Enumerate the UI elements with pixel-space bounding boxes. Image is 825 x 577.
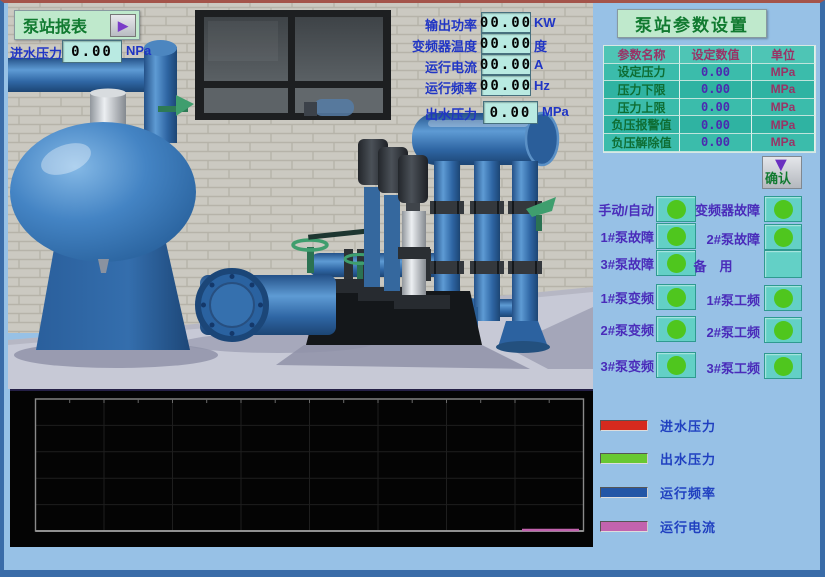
legend-swatch-inlet-pressure: [600, 420, 648, 431]
legend-label-inlet-pressure: 进水压力: [660, 416, 716, 435]
param-setvalue[interactable]: 0.00: [680, 116, 752, 134]
inlet-pressure-unit: NPa: [126, 43, 151, 58]
confirm-button-label: 确认: [765, 168, 791, 187]
indicator-label-pump3-mains: 3#泵工频: [666, 358, 760, 377]
inlet-pressure-label: 进水压力: [10, 43, 62, 62]
led-inverter-fault: [764, 196, 802, 222]
led-dot: [774, 228, 793, 247]
param-name: 压力下限: [604, 81, 680, 99]
led-dot: [774, 289, 793, 308]
led-pump1-mains: [764, 285, 802, 311]
param-name: 设定压力: [604, 64, 680, 82]
report-play-icon[interactable]: ▶: [110, 14, 136, 37]
param-setvalue[interactable]: 0.00: [680, 64, 752, 82]
legend-label-outlet-pressure: 出水压力: [660, 449, 716, 468]
param-name: 负压解除值: [604, 134, 680, 152]
indicator-label-spare: 备 用: [666, 256, 760, 275]
param-setvalue[interactable]: 0.00: [680, 134, 752, 152]
led-dot: [774, 357, 793, 376]
legend-swatch-outlet-pressure: [600, 453, 648, 464]
trend-chart: [10, 391, 593, 545]
inlet-pressure-value: 0.00: [62, 40, 122, 63]
param-setvalue[interactable]: 0.00: [680, 81, 752, 99]
legend-swatch-run-current: [600, 521, 648, 532]
indicator-label-pump1-mains: 1#泵工频: [666, 290, 760, 309]
outlet-pressure-label: 出水压力: [387, 104, 477, 123]
report-button-label: 泵站报表: [23, 13, 87, 37]
indicator-label-inverter-fault: 变频器故障: [666, 200, 760, 219]
param-name: 压力上限: [604, 99, 680, 117]
param-setvalue[interactable]: 0.00: [680, 99, 752, 117]
params-table: 参数名称 设定数值 单位 设定压力 0.00 MPa 压力下限 0.00 MPa…: [603, 45, 816, 153]
run-current-label: 运行电流: [387, 57, 477, 76]
run-current-unit: A: [534, 57, 543, 72]
legend-label-run-current: 运行电流: [660, 517, 716, 536]
run-frequency-value: 00.00: [481, 75, 531, 96]
report-button[interactable]: 泵站报表 ▶: [14, 10, 140, 40]
led-pump3-mains: [764, 353, 802, 379]
led-dot: [774, 255, 793, 274]
output-power-label: 输出功率: [387, 15, 477, 34]
col-header-setvalue: 设定数值: [680, 46, 752, 64]
outlet-pressure-unit: MPa: [542, 104, 569, 119]
param-unit: MPa: [752, 99, 815, 117]
col-header-name: 参数名称: [604, 46, 680, 64]
run-frequency-label: 运行频率: [387, 78, 477, 97]
trend-chart-panel: [10, 389, 593, 547]
output-power-unit: KW: [534, 15, 556, 30]
param-unit: MPa: [752, 64, 815, 82]
run-current-value: 00.00: [481, 54, 531, 75]
led-pump2-mains: [764, 317, 802, 343]
inverter-temp-label: 变频器温度: [387, 36, 477, 55]
indicator-label-pump2-mains: 2#泵工频: [666, 322, 760, 341]
param-unit: MPa: [752, 81, 815, 99]
confirm-button[interactable]: ▼ 确认: [762, 156, 802, 189]
pump-station-hmi: 泵站报表 ▶ 进水压力 0.00 NPa 输出功率 00.00 KW 变频器温度…: [0, 0, 825, 577]
legend-swatch-run-frequency: [600, 487, 648, 498]
param-unit: MPa: [752, 116, 815, 134]
led-dot: [774, 321, 793, 340]
led-pump2-fault: [764, 224, 802, 250]
indicator-label-pump3-vfd: 3#泵变频: [566, 356, 654, 375]
indicator-label-pump2-fault: 2#泵故障: [666, 229, 760, 248]
indicator-label-pump1-fault: 1#泵故障: [566, 227, 654, 246]
param-unit: MPa: [752, 134, 815, 152]
suction-header: [198, 271, 336, 339]
indicator-label-pump2-vfd: 2#泵变频: [566, 320, 654, 339]
output-power-value: 00.00: [481, 12, 531, 33]
indicator-label-pump3-fault: 3#泵故障: [566, 254, 654, 273]
indicator-label-manual-auto: 手动/自动: [566, 200, 654, 219]
led-spare: [764, 250, 802, 278]
inverter-temp-value: 00.00: [481, 33, 531, 54]
inverter-temp-unit: 度: [534, 36, 547, 55]
col-header-unit: 单位: [752, 46, 815, 64]
led-dot: [774, 200, 793, 219]
params-panel-title: 泵站参数设置: [617, 9, 767, 38]
outlet-pressure-value: 0.00: [483, 101, 538, 124]
indicator-label-pump1-vfd: 1#泵变频: [566, 288, 654, 307]
legend-label-run-frequency: 运行频率: [660, 483, 716, 502]
param-name: 负压报警值: [604, 116, 680, 134]
run-frequency-unit: Hz: [534, 78, 550, 93]
window: [195, 10, 391, 120]
